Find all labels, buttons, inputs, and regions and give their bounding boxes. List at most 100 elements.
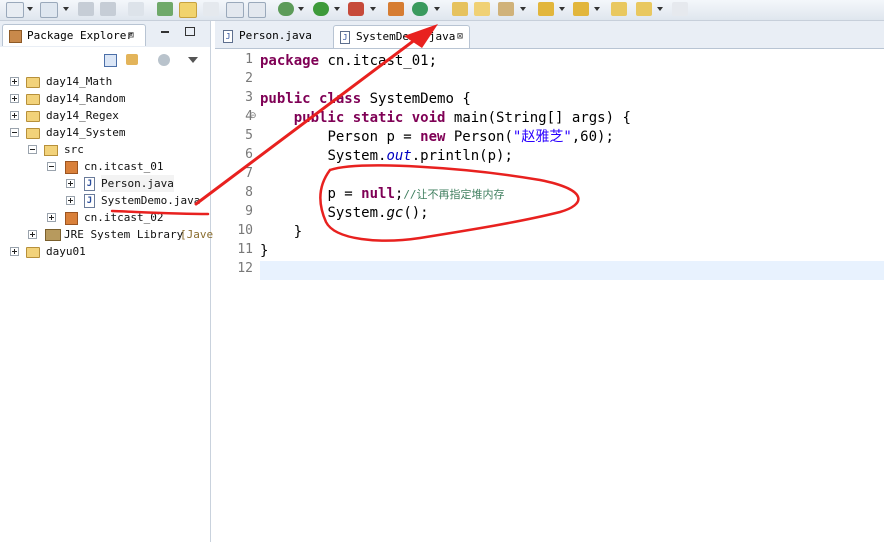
- string-literal: "赵雅芝": [512, 129, 572, 145]
- prev-annotation-dropdown-icon[interactable]: [594, 7, 600, 11]
- collapse-icon[interactable]: [10, 128, 19, 137]
- line-number: 1: [245, 52, 253, 67]
- run-icon[interactable]: [313, 2, 329, 16]
- project-folder-icon: [26, 247, 40, 258]
- close-icon[interactable]: ⊠: [128, 25, 134, 46]
- tree-item-day14-math[interactable]: day14_Math: [0, 73, 210, 90]
- code-text: SystemDemo {: [361, 91, 471, 107]
- tree-item-src[interactable]: src: [0, 141, 210, 158]
- code-line-6: System.out.println(p);: [260, 147, 884, 166]
- tree-item-label: SystemDemo.java: [101, 194, 201, 207]
- prev-annotation-icon[interactable]: [573, 2, 589, 16]
- external-tools-dropdown-icon[interactable]: [370, 7, 376, 11]
- tree-item-label: cn.itcast_02: [84, 211, 164, 224]
- fold-icon[interactable]: ⊖: [249, 111, 257, 121]
- line-number: 7: [245, 166, 253, 181]
- debug-dropdown-icon[interactable]: [298, 7, 304, 11]
- focus-icon[interactable]: [158, 54, 170, 66]
- search-icon[interactable]: [498, 2, 514, 16]
- new-class-icon[interactable]: [412, 2, 428, 16]
- new-package-icon[interactable]: [388, 2, 404, 16]
- package-explorer-toolbar: [0, 48, 210, 72]
- skip-breakpoints-icon[interactable]: [157, 2, 173, 16]
- new-dropdown-icon[interactable]: [27, 7, 33, 11]
- expand-icon[interactable]: [66, 179, 75, 188]
- open-folder-icon[interactable]: [474, 2, 490, 16]
- tree-item-day14-regex[interactable]: day14_Regex: [0, 107, 210, 124]
- expand-icon[interactable]: [10, 111, 19, 120]
- search-dropdown-icon[interactable]: [520, 7, 526, 11]
- tree-item-day14-random[interactable]: day14_Random: [0, 90, 210, 107]
- tab-package-explorer[interactable]: Package Explorer ⊠: [2, 24, 146, 46]
- back-dropdown-icon[interactable]: [657, 7, 663, 11]
- code-text: cn.itcast_01;: [319, 53, 438, 69]
- debug-icon[interactable]: [278, 2, 294, 16]
- collapse-icon[interactable]: [47, 162, 56, 171]
- expand-icon[interactable]: [66, 196, 75, 205]
- view-menu-icon[interactable]: [188, 57, 198, 63]
- expand-icon[interactable]: [47, 213, 56, 222]
- static-method: gc: [386, 205, 404, 221]
- line-number: 4: [245, 109, 253, 124]
- static-field: out: [386, 148, 412, 164]
- next-annotation-icon[interactable]: [538, 2, 554, 16]
- main-toolbar: [0, 0, 884, 21]
- back-icon[interactable]: [636, 2, 652, 16]
- tree-item-label: Person.java: [101, 175, 174, 192]
- tree-item-dayu01[interactable]: dayu01: [0, 243, 210, 260]
- last-edit-icon[interactable]: [611, 2, 627, 16]
- project-folder-icon: [26, 77, 40, 88]
- line-number: 6: [245, 147, 253, 162]
- tree-item-cn-itcast-01[interactable]: cn.itcast_01: [0, 158, 210, 175]
- package-explorer-panel: Package Explorer ⊠ day14_Math day14_Rand…: [0, 21, 214, 542]
- code-text: System.: [327, 148, 387, 164]
- code-text: main(String[] args) {: [445, 110, 631, 126]
- library-icon: [45, 229, 61, 241]
- tab-package-explorer-label: Package Explorer: [27, 29, 133, 42]
- new-project-dropdown-icon[interactable]: [63, 7, 69, 11]
- keyword: void: [411, 110, 446, 126]
- next-annotation-dropdown-icon[interactable]: [559, 7, 565, 11]
- collapse-icon[interactable]: [28, 145, 37, 154]
- minimize-icon[interactable]: [161, 31, 169, 33]
- block-selection-icon[interactable]: [226, 2, 244, 18]
- forward-icon[interactable]: [672, 2, 688, 16]
- collapse-all-icon[interactable]: [104, 54, 117, 67]
- code-text: }: [293, 224, 303, 240]
- tree-item-cn-itcast-02[interactable]: cn.itcast_02: [0, 209, 210, 226]
- expand-icon[interactable]: [10, 94, 19, 103]
- java-file-icon: J: [223, 30, 233, 43]
- code-line-5: Person p = new Person("赵雅芝",60);: [260, 128, 884, 147]
- save-icon[interactable]: [78, 2, 94, 16]
- run-dropdown-icon[interactable]: [334, 7, 340, 11]
- save-all-icon[interactable]: [100, 2, 116, 16]
- line-number: 3: [245, 90, 253, 105]
- code-line-8: p = null;//让不再指定堆内存: [260, 185, 884, 204]
- new-project-icon[interactable]: [40, 2, 58, 18]
- expand-icon[interactable]: [10, 77, 19, 86]
- close-icon[interactable]: ⊠: [457, 26, 463, 48]
- tab-systemdemo-java[interactable]: J SystemDemo.java ⊠: [333, 25, 470, 48]
- debug-settings-icon[interactable]: [128, 2, 144, 16]
- expand-icon[interactable]: [28, 230, 37, 239]
- tree-item-suffix: [Jave: [180, 228, 214, 241]
- show-whitespace-icon[interactable]: [248, 2, 266, 18]
- highlight-icon[interactable]: [203, 2, 219, 16]
- code-line-3: public class SystemDemo {: [260, 90, 884, 109]
- external-tools-icon[interactable]: [348, 2, 364, 16]
- tree-item-jre-system-library[interactable]: JRE System Library [Jave: [0, 226, 214, 243]
- code-text: Person(: [445, 129, 513, 145]
- expand-icon[interactable]: [10, 247, 19, 256]
- tree-item-label: day14_Math: [46, 75, 113, 88]
- link-with-editor-icon[interactable]: [126, 54, 138, 65]
- tree-item-systemdemo-java[interactable]: J SystemDemo.java: [0, 192, 210, 209]
- tab-person-java[interactable]: J Person.java: [217, 25, 331, 47]
- tree-item-person-java[interactable]: J Person.java: [0, 175, 210, 192]
- maximize-icon[interactable]: [185, 27, 195, 36]
- open-type-icon[interactable]: [452, 2, 468, 16]
- code-area[interactable]: package cn.itcast_01; public class Syste…: [260, 49, 884, 542]
- new-icon[interactable]: [6, 2, 24, 18]
- tree-item-day14-system[interactable]: day14_System: [0, 124, 210, 141]
- mark-occurrences-icon[interactable]: [179, 2, 197, 18]
- new-class-dropdown-icon[interactable]: [434, 7, 440, 11]
